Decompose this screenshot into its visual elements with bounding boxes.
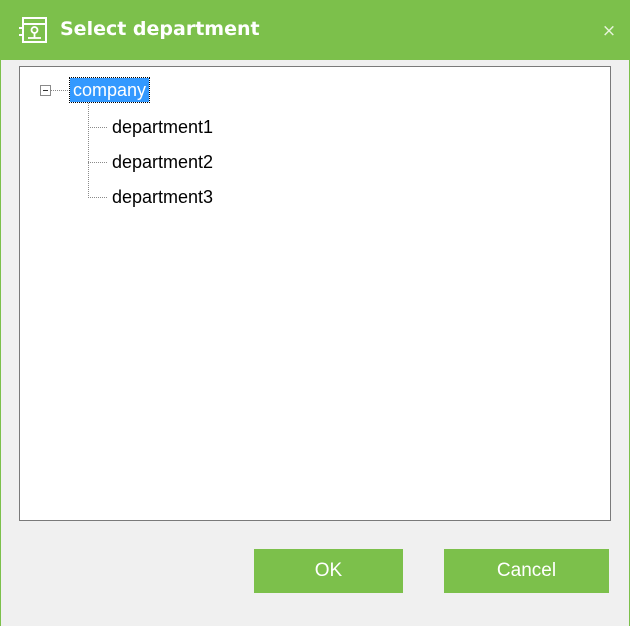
cancel-button[interactable]: Cancel <box>444 549 609 593</box>
tree-connector-lines <box>40 85 108 198</box>
department-tree-icon <box>19 17 47 43</box>
collapse-minus-icon[interactable] <box>40 85 51 96</box>
dialog-body: company department1 department2 departme… <box>0 60 630 626</box>
tree-node-department2[interactable]: department2 <box>112 150 213 174</box>
select-department-dialog: Select department × company department1 … <box>0 0 630 626</box>
tree-node-department1[interactable]: department1 <box>112 115 213 139</box>
dialog-title: Select department <box>60 18 260 40</box>
tree-node-company[interactable]: company <box>68 77 151 103</box>
close-button[interactable]: × <box>598 20 620 42</box>
department-tree[interactable]: company department1 department2 departme… <box>19 66 611 521</box>
dialog-titlebar: Select department × <box>0 0 630 60</box>
tree-node-department3[interactable]: department3 <box>112 185 213 209</box>
ok-button[interactable]: OK <box>254 549 403 593</box>
